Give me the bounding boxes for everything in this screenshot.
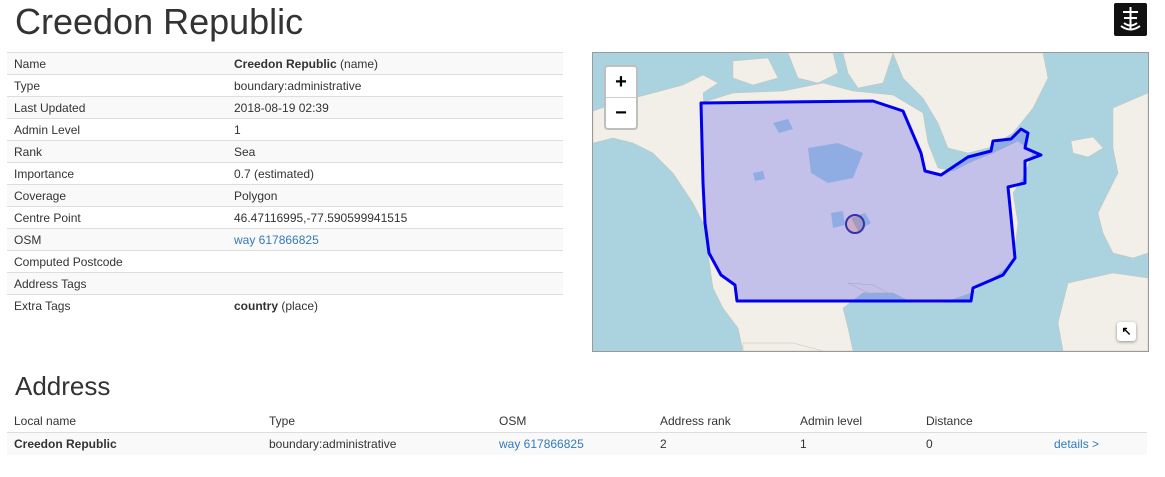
details-key: Centre Point — [7, 206, 227, 229]
details-value: Polygon — [227, 184, 563, 207]
admin-level-cell: 1 — [793, 432, 919, 455]
page-title: Creedon Republic — [15, 1, 304, 42]
type-cell: boundary:administrative — [262, 432, 492, 455]
details-row-address-tags: Address Tags — [7, 272, 563, 295]
col-type: Type — [262, 410, 492, 433]
details-row-coverage: Coverage Polygon — [7, 184, 563, 207]
site-logo-icon[interactable] — [1114, 3, 1147, 36]
expand-map-icon[interactable]: ↖ — [1117, 322, 1136, 341]
address-table: Local name Type OSM Address rank Admin l… — [7, 410, 1147, 455]
details-key: Rank — [7, 140, 227, 163]
details-value: Sea — [227, 140, 563, 163]
details-value — [227, 272, 563, 295]
details-value: 1 — [227, 118, 563, 141]
details-cell: details > — [1047, 432, 1147, 455]
zoom-control: + − — [604, 65, 638, 130]
details-row-last-updated: Last Updated 2018-08-19 02:39 — [7, 96, 563, 119]
details-value: 2018-08-19 02:39 — [227, 96, 563, 119]
local-name-cell: Creedon Republic — [7, 432, 262, 455]
details-value: 46.47116995,-77.590599941515 — [227, 206, 563, 229]
table-row: Creedon Republic boundary:administrative… — [7, 432, 1147, 455]
address-heading: Address — [15, 371, 111, 401]
col-details — [1047, 410, 1147, 433]
details-key: Extra Tags — [7, 294, 227, 316]
details-key: Last Updated — [7, 96, 227, 119]
details-row-extra-tags: Extra Tags country (place) — [7, 294, 563, 316]
details-key: Importance — [7, 162, 227, 185]
address-osm-link[interactable]: way 617866825 — [499, 437, 584, 451]
details-row-type: Type boundary:administrative — [7, 74, 563, 97]
address-header-row: Local name Type OSM Address rank Admin l… — [7, 410, 1147, 433]
details-key: OSM — [7, 228, 227, 251]
details-key: Coverage — [7, 184, 227, 207]
details-value: Creedon Republic (name) — [227, 52, 563, 75]
details-table: Name Creedon Republic (name) Type bounda… — [7, 52, 563, 316]
centre-point-marker — [845, 214, 865, 234]
col-local-name: Local name — [7, 410, 262, 433]
col-osm: OSM — [492, 410, 653, 433]
details-key: Address Tags — [7, 272, 227, 295]
details-row-name: Name Creedon Republic (name) — [7, 52, 563, 75]
col-address-rank: Address rank — [653, 410, 793, 433]
details-value: way 617866825 — [227, 228, 563, 251]
details-key: Name — [7, 52, 227, 75]
details-row-centre-point: Centre Point 46.47116995,-77.59059994151… — [7, 206, 563, 229]
details-row-admin-level: Admin Level 1 — [7, 118, 563, 141]
details-link[interactable]: details > — [1054, 437, 1099, 451]
details-key: Computed Postcode — [7, 250, 227, 273]
map-view[interactable]: + − ↖ — [592, 52, 1149, 352]
zoom-out-button[interactable]: − — [606, 98, 636, 128]
col-distance: Distance — [919, 410, 1047, 433]
details-row-computed-postcode: Computed Postcode — [7, 250, 563, 273]
details-key: Admin Level — [7, 118, 227, 141]
details-value: country (place) — [227, 294, 563, 316]
details-key: Type — [7, 74, 227, 97]
osm-cell: way 617866825 — [492, 432, 653, 455]
details-row-osm: OSM way 617866825 — [7, 228, 563, 251]
details-row-rank: Rank Sea — [7, 140, 563, 163]
zoom-in-button[interactable]: + — [606, 67, 636, 98]
map-tiles[interactable] — [593, 53, 1148, 351]
details-value — [227, 250, 563, 273]
col-admin-level: Admin level — [793, 410, 919, 433]
osm-way-link[interactable]: way 617866825 — [234, 233, 319, 247]
address-rank-cell: 2 — [653, 432, 793, 455]
details-value: boundary:administrative — [227, 74, 563, 97]
details-value: 0.7 (estimated) — [227, 162, 563, 185]
distance-cell: 0 — [919, 432, 1047, 455]
details-row-importance: Importance 0.7 (estimated) — [7, 162, 563, 185]
